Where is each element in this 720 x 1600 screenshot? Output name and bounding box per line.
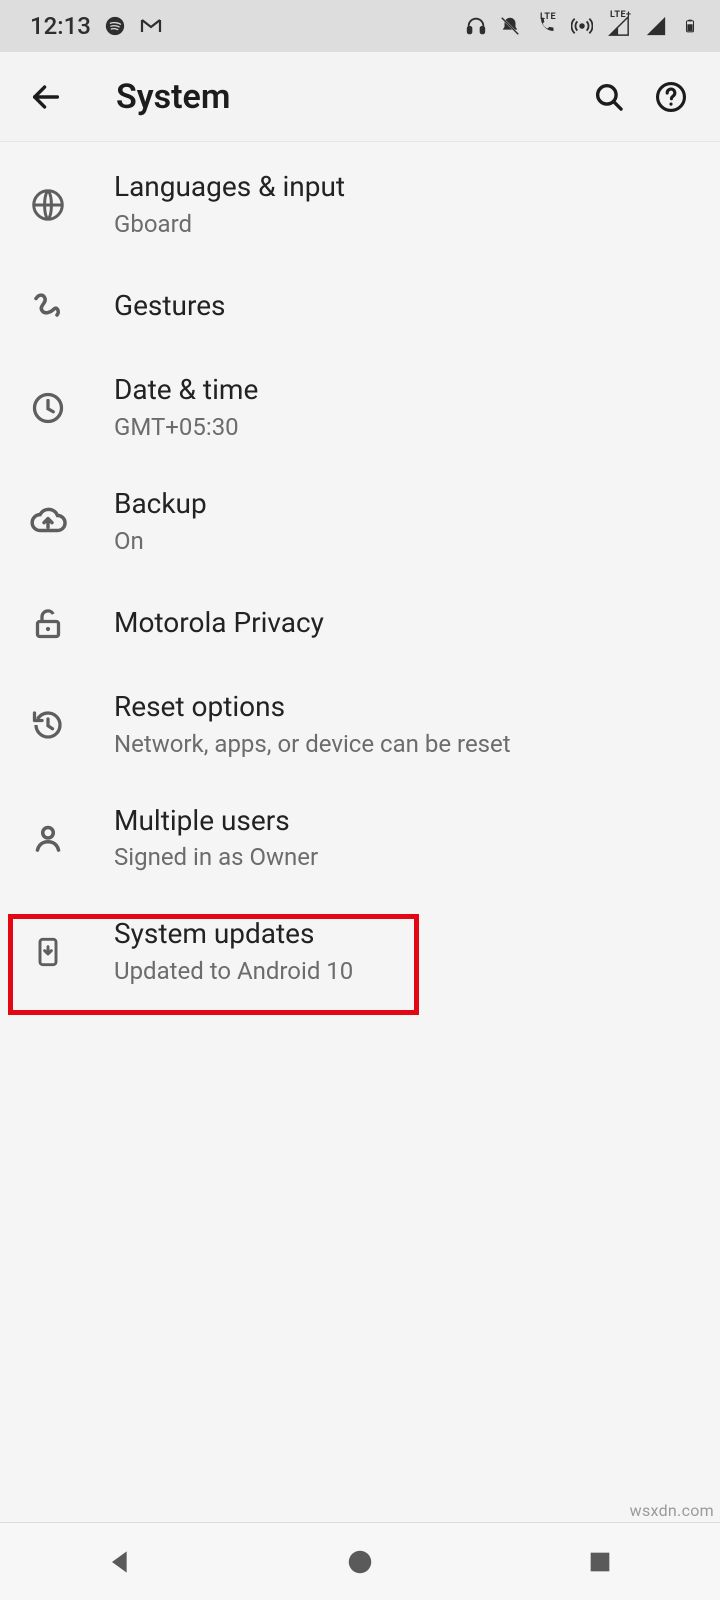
item-subtitle: Gboard xyxy=(114,208,345,242)
item-subtitle: Signed in as Owner xyxy=(114,841,318,875)
item-privacy[interactable]: Motorola Privacy xyxy=(0,578,720,668)
volte-call-icon: LTE xyxy=(532,14,560,38)
volte-label: LTE xyxy=(540,12,556,22)
headphones-icon xyxy=(464,14,488,38)
item-title: Languages & input xyxy=(114,168,345,206)
item-title: Date & time xyxy=(114,371,258,409)
item-title: Backup xyxy=(114,485,207,523)
item-title: Multiple users xyxy=(114,802,318,840)
status-bar-right: LTE LTE+ xyxy=(464,14,702,38)
item-subtitle: On xyxy=(114,525,207,559)
app-bar: System xyxy=(0,52,720,142)
clock-icon xyxy=(26,386,70,430)
item-title: Motorola Privacy xyxy=(114,604,324,642)
nav-recent-button[interactable] xyxy=(560,1537,640,1587)
item-title: System updates xyxy=(114,915,353,953)
signal-2-icon xyxy=(644,14,668,38)
gesture-icon xyxy=(26,284,70,328)
nav-home-button[interactable] xyxy=(320,1537,400,1587)
settings-list: Languages & input Gboard Gestures Date &… xyxy=(0,142,720,1008)
dnd-off-icon xyxy=(498,14,522,38)
globe-icon xyxy=(26,183,70,227)
status-bar-left: 12:13 xyxy=(30,12,163,40)
signal-1-icon: LTE+ xyxy=(604,14,634,38)
item-backup[interactable]: Backup On xyxy=(0,465,720,578)
system-update-icon xyxy=(26,930,70,974)
item-reset[interactable]: Reset options Network, apps, or device c… xyxy=(0,668,720,781)
help-button[interactable] xyxy=(644,70,698,124)
spotify-icon xyxy=(103,14,127,38)
item-subtitle: GMT+05:30 xyxy=(114,411,258,445)
navigation-bar xyxy=(0,1522,720,1600)
status-bar: 12:13 LTE LTE+ xyxy=(0,0,720,52)
back-button[interactable] xyxy=(22,73,70,121)
unlock-icon xyxy=(26,601,70,645)
cloud-upload-icon xyxy=(26,499,70,543)
watermark: wsxdn.com xyxy=(630,1501,714,1520)
restore-icon xyxy=(26,703,70,747)
item-subtitle: Updated to Android 10 xyxy=(114,955,353,989)
battery-icon xyxy=(678,14,702,38)
signal-1-label: LTE+ xyxy=(610,10,631,20)
item-title: Gestures xyxy=(114,287,226,325)
item-datetime[interactable]: Date & time GMT+05:30 xyxy=(0,351,720,464)
item-subtitle: Network, apps, or device can be reset xyxy=(114,728,511,762)
item-languages[interactable]: Languages & input Gboard xyxy=(0,148,720,261)
gmail-icon xyxy=(139,14,163,38)
nav-back-button[interactable] xyxy=(80,1537,160,1587)
person-icon xyxy=(26,816,70,860)
item-multiuser[interactable]: Multiple users Signed in as Owner xyxy=(0,782,720,895)
page-title: System xyxy=(116,77,574,117)
item-title: Reset options xyxy=(114,688,511,726)
status-time: 12:13 xyxy=(30,12,91,40)
search-button[interactable] xyxy=(582,70,636,124)
item-updates[interactable]: System updates Updated to Android 10 xyxy=(0,895,720,1008)
hotspot-icon xyxy=(570,14,594,38)
item-gestures[interactable]: Gestures xyxy=(0,261,720,351)
